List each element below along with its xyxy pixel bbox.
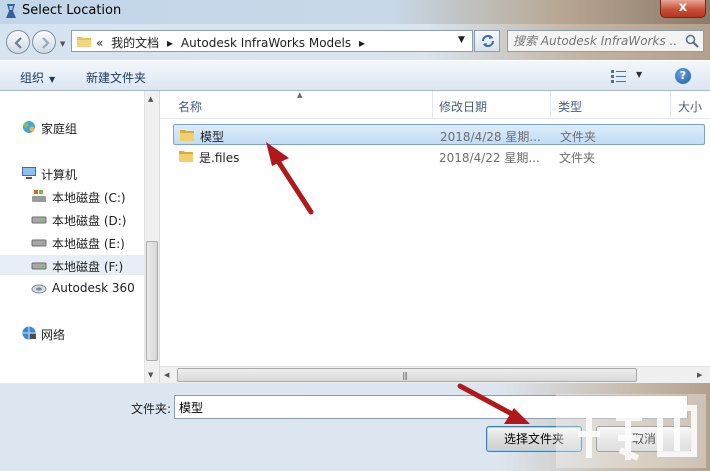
sidebar-item-drive-e[interactable]: 本地磁盘 (E:)	[0, 232, 144, 252]
back-arrow-icon	[14, 37, 22, 49]
organize-menu[interactable]: 组织 ▼	[20, 69, 55, 86]
file-list-horizontal-scrollbar[interactable]: ◀ ||| ▶	[160, 366, 710, 383]
refresh-button[interactable]	[474, 30, 500, 52]
file-type: 文件夹	[559, 151, 596, 165]
file-modified: 2018/4/28 星期...	[440, 130, 541, 144]
computer-icon	[22, 167, 36, 179]
breadcrumb-documents[interactable]: 我的文档	[111, 36, 159, 50]
file-row-selected[interactable]: 模型 2018/4/28 星期... 文件夹	[173, 124, 705, 145]
sidebar-item-drive-f[interactable]: 本地磁盘 (F:)	[0, 255, 144, 275]
search-input[interactable]	[508, 31, 676, 51]
folder-name-input[interactable]	[174, 395, 688, 419]
sidebar-item-network[interactable]: 网络	[0, 323, 144, 343]
file-name: 是.files	[199, 151, 240, 165]
view-options-dropdown[interactable]: ▼	[636, 70, 642, 79]
scrollbar-grip-icon: |||	[402, 371, 408, 380]
sidebar-item-label: 本地磁盘 (F:)	[52, 260, 124, 274]
scroll-down-icon[interactable]: ▼	[148, 371, 153, 379]
forward-arrow-icon	[42, 37, 50, 49]
address-dropdown-icon[interactable]: ▼	[458, 35, 465, 45]
folder-icon	[77, 37, 91, 47]
dialog-footer: 文件夹: 选择文件夹 取消	[0, 383, 710, 471]
sidebar-item-label: 本地磁盘 (E:)	[52, 237, 125, 251]
sidebar-item-drive-d[interactable]: 本地磁盘 (D:)	[0, 209, 144, 229]
forward-button[interactable]	[32, 30, 56, 54]
sort-ascending-icon: ▲	[297, 91, 303, 99]
column-header-row: ▲ 名称 修改日期 类型 大小	[160, 91, 710, 119]
breadcrumb-overflow[interactable]: «	[96, 36, 103, 50]
breadcrumb-infraworks-models[interactable]: Autodesk InfraWorks Models	[181, 36, 351, 50]
refresh-icon	[482, 35, 494, 47]
help-icon: ?	[679, 69, 687, 82]
help-button[interactable]: ?	[675, 68, 691, 84]
scroll-right-icon[interactable]: ▶	[697, 371, 702, 379]
scrollbar-thumb[interactable]	[146, 241, 158, 361]
folder-field-label: 文件夹:	[131, 402, 172, 416]
folder-icon	[180, 130, 194, 141]
close-icon: x	[678, 0, 688, 15]
app-icon	[6, 4, 16, 18]
search-box[interactable]	[507, 30, 704, 52]
navigation-pane: 家庭组 计算机 本地磁盘 (C:) 本地磁盘 (D:) 本地磁盘 (E:) 本地…	[0, 91, 160, 383]
sidebar-item-label: 本地磁盘 (C:)	[52, 191, 126, 205]
column-header-modified[interactable]: 修改日期	[439, 98, 487, 115]
sidebar-item-homegroup[interactable]: 家庭组	[0, 117, 144, 137]
sidebar-item-label: 家庭组	[41, 122, 78, 136]
homegroup-icon	[23, 121, 35, 133]
navigation-scrollbar[interactable]: ▲ ▼	[144, 91, 159, 383]
file-type: 文件夹	[560, 130, 597, 144]
drive-icon	[31, 216, 47, 224]
file-row[interactable]: 是.files 2018/4/22 星期... 文件夹	[173, 146, 705, 167]
view-options-icon[interactable]	[610, 69, 628, 83]
sidebar-item-drive-c[interactable]: 本地磁盘 (C:)	[0, 186, 144, 206]
folder-icon	[179, 151, 193, 162]
organize-label: 组织	[20, 71, 45, 85]
file-name: 模型	[200, 130, 225, 144]
breadcrumb-separator[interactable]: ▸	[167, 36, 173, 50]
command-bar: 组织 ▼ 新建文件夹 ▼ ?	[0, 60, 710, 91]
scroll-up-icon[interactable]: ▲	[148, 95, 153, 103]
navigation-bar: ▼ « 我的文档 ▸ Autodesk InfraWorks Models ▸ …	[0, 24, 710, 60]
chevron-down-icon: ▼	[49, 75, 56, 84]
address-bar[interactable]: « 我的文档 ▸ Autodesk InfraWorks Models ▸ ▼	[71, 30, 473, 52]
network-icon	[22, 326, 36, 340]
title-bar: Select Location x	[0, 0, 710, 24]
select-folder-button[interactable]: 选择文件夹	[486, 426, 582, 452]
sidebar-item-computer[interactable]: 计算机	[0, 163, 144, 183]
sidebar-item-label: 本地磁盘 (D:)	[52, 214, 127, 228]
column-header-type[interactable]: 类型	[558, 98, 582, 115]
cancel-button[interactable]: 取消	[596, 426, 692, 452]
back-button[interactable]	[6, 30, 30, 54]
sidebar-item-label: 网络	[41, 328, 66, 342]
column-divider[interactable]	[670, 91, 671, 119]
drive-icon	[31, 262, 47, 270]
search-icon[interactable]	[685, 34, 699, 48]
column-header-name[interactable]: 名称	[178, 98, 202, 115]
sidebar-item-autodesk-360[interactable]: Autodesk 360	[0, 278, 144, 298]
scroll-left-icon[interactable]: ◀	[164, 371, 169, 379]
file-list: ▲ 名称 修改日期 类型 大小 模型 2018/4/28 星期... 文件夹 是…	[160, 91, 710, 383]
sidebar-item-label: Autodesk 360	[52, 281, 135, 295]
cloud-icon	[31, 284, 47, 294]
scrollbar-thumb[interactable]: |||	[177, 368, 637, 382]
drive-icon	[31, 239, 47, 247]
system-drive-icon	[32, 190, 46, 202]
close-button[interactable]: x	[660, 0, 706, 18]
breadcrumb-separator[interactable]: ▸	[359, 36, 365, 50]
new-folder-button[interactable]: 新建文件夹	[86, 69, 146, 86]
recent-locations-dropdown[interactable]: ▼	[60, 40, 65, 48]
column-divider[interactable]	[432, 91, 433, 119]
window-title: Select Location	[22, 3, 122, 18]
sidebar-item-label: 计算机	[41, 168, 78, 182]
file-modified: 2018/4/22 星期...	[439, 151, 540, 165]
column-divider[interactable]	[550, 91, 551, 119]
column-header-size[interactable]: 大小	[678, 98, 702, 115]
